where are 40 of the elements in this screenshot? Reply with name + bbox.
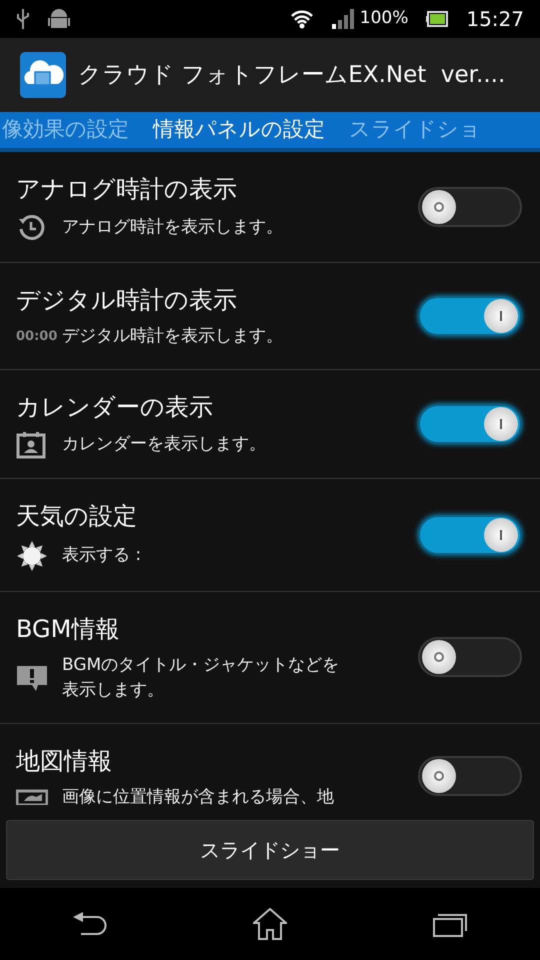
android-icon [48,7,70,31]
setting-title: カレンダーの表示 [16,392,214,422]
digital-clock-icon: 00:00 [16,327,56,346]
toggle-switch[interactable] [418,296,522,336]
setting-title: デジタル時計の表示 [16,285,238,316]
clock-icon [16,213,46,243]
wifi-icon [290,9,314,29]
tab[interactable]: スライドショ [349,114,481,146]
toggle-switch[interactable] [418,637,522,677]
recent-apps-icon[interactable] [433,911,467,937]
setting-title: BGM情報 [16,614,120,644]
setting-summary: デジタル時計を表示します。 [62,325,283,348]
map-icon [16,789,48,806]
tab[interactable]: 像効果の設定 [2,114,129,146]
home-icon[interactable] [253,908,287,940]
usb-icon [16,8,30,30]
clock-time: 15:27 [466,6,524,33]
toggle-switch[interactable] [418,187,522,227]
setting-title: 天気の設定 [16,500,138,532]
battery-icon [426,11,448,27]
app-title: クラウド フォトフレームEX.Net ver.... [78,60,506,90]
sun-icon [16,540,48,572]
battery-percent: 100% [360,7,408,30]
slideshow-button[interactable]: スライドショー [6,820,534,880]
calendar-icon [16,430,46,458]
toggle-switch[interactable] [418,404,522,444]
back-icon[interactable] [73,911,107,937]
toggle-switch[interactable] [418,514,522,554]
alert-icon [16,664,48,692]
setting-title: 地図情報 [16,746,113,776]
signal-icon [332,9,354,29]
tab[interactable]: 情報パネルの設定 [153,114,325,146]
setting-summary: BGMのタイトル・ジャケットなどを表示します。 [62,654,340,702]
toggle-switch[interactable] [418,756,522,796]
setting-title: アナログ時計の表示 [16,174,238,205]
setting-summary: カレンダーを表示します。 [62,432,266,456]
setting-summary: 画像に位置情報が含まれる場合、地 [62,786,334,808]
setting-summary: 表示する : [62,544,142,567]
setting-summary: アナログ時計を表示します。 [62,216,283,240]
app-logo-icon [20,52,66,98]
